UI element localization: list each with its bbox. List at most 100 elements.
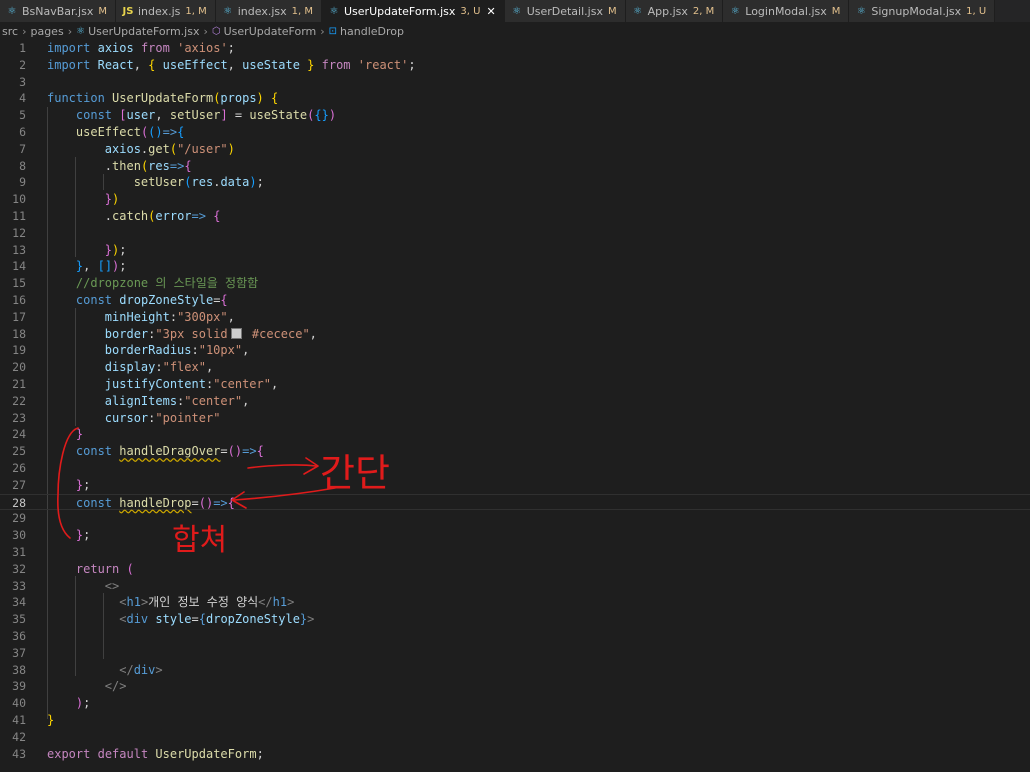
code-line[interactable]: 41} [0,712,1030,729]
breadcrumb-src[interactable]: src [2,25,18,38]
line-number: 1 [19,41,26,55]
code-token: const [75,444,113,459]
close-icon[interactable]: ✕ [486,5,495,18]
line-number: 34 [12,595,26,610]
code-line[interactable]: 1 import axios from 'axios'; [0,40,1030,57]
code-line[interactable]: 27 }; [0,477,1030,494]
code-line[interactable]: 28 const handleDrop=()=>{ [0,493,1030,511]
code-token: ) [328,108,337,123]
code-token: </ [119,662,134,677]
code-token: "/user" [177,141,228,156]
code-token: => [242,444,257,459]
code-token: () [198,495,214,510]
code-line[interactable]: 6 useEffect(()=>{ [0,124,1030,141]
code-line[interactable]: 14 }, []); [0,258,1030,275]
line-number: 14 [12,259,26,274]
code-line[interactable]: 22 alignItems:"center", [0,393,1030,410]
code-line[interactable]: 37 [0,645,1030,662]
code-token: => [169,158,185,173]
code-token: => [162,125,178,139]
code-line[interactable]: 18 border:"3px solid #cecece", [0,326,1030,343]
line-number: 42 [12,729,26,744]
code-line[interactable]: 16 const dropZoneStyle={ [0,292,1030,309]
code-line[interactable]: 3 [0,74,1030,91]
code-token: dropZoneStyle [206,612,300,627]
breadcrumb-pages[interactable]: pages [30,25,63,38]
code-line[interactable]: 40 ); [0,695,1030,712]
tab-index-js[interactable]: JS index.js 1, M [116,0,216,22]
line-number: 40 [12,696,26,711]
code-line[interactable]: 7 axios.get("/user") [0,141,1030,158]
code-editor[interactable]: 1 import axios from 'axios'; 2 import React… [0,40,1030,772]
line-number: 12 [12,225,26,240]
code-line[interactable]: 26 [0,460,1030,477]
tab-index-jsx[interactable]: ⚛ index.jsx 1, M [215,0,322,22]
code-line[interactable]: 42 [0,729,1030,746]
color-swatch[interactable] [230,327,242,339]
code-line[interactable]: 21 justifyContent:"center", [0,376,1030,393]
code-line[interactable]: 38 </div> [0,662,1030,679]
tab-label: BsNavBar.jsx [22,4,94,18]
code-line[interactable]: 31 [0,544,1030,561]
code-line[interactable]: 32 return ( [0,561,1030,578]
react-icon: ⚛ [7,5,17,17]
breadcrumb-file[interactable]: UserUpdateForm.jsx [88,25,199,38]
code-token: { [198,612,206,627]
line-number: 7 [19,141,26,156]
code-line[interactable]: 30 }; [0,527,1030,544]
code-line[interactable]: 36 [0,628,1030,645]
code-token: . [47,209,113,223]
code-text: </div> [47,662,162,679]
code-line[interactable]: 13 }); [0,242,1030,259]
code-token: get [148,141,170,156]
code-line[interactable]: 25 const handleDragOver=()=>{ [0,443,1030,460]
tab-loginmodal-jsx[interactable]: ⚛ LoginModal.jsx M [723,0,850,22]
code-token: setUser [133,175,185,190]
tab-signupmodal-jsx[interactable]: ⚛ SignupModal.jsx 1, U [849,0,996,22]
code-line[interactable]: 34 <h1>개인 정보 수정 양식</h1> [0,594,1030,611]
code-line[interactable]: 23 cursor:"pointer" [0,410,1030,427]
tab-userdetail-jsx[interactable]: ⚛ UserDetail.jsx M [504,0,626,22]
code-line[interactable]: 35 <div style={dropZoneStyle}> [0,611,1030,628]
code-line[interactable]: 10 }) [0,191,1030,208]
code-line[interactable]: 8 .then(res=>{ [0,158,1030,175]
line-number: 8 [19,158,26,173]
code-token: () [227,444,243,459]
code-token: error [155,209,192,223]
code-line[interactable]: 19 borderRadius:"10px", [0,342,1030,359]
code-line[interactable]: 33 <> [0,578,1030,595]
code-line[interactable]: 9 setUser(res.data); [0,174,1030,191]
code-token: res [148,158,170,173]
code-line[interactable]: 12 [0,225,1030,242]
code-line[interactable]: 4 function UserUpdateForm(props) { [0,90,1030,107]
code-line[interactable]: 17 minHeight:"300px", [0,309,1030,326]
code-token: , [155,108,170,123]
code-line[interactable]: 5 const [user, setUser] = useState({}) [0,107,1030,124]
breadcrumb-symbol[interactable]: handleDrop [340,25,404,38]
code-token: => [213,495,228,510]
code-token: UserUpdateForm [155,746,257,761]
code-text: useEffect(()=>{ [47,124,184,141]
line-number: 24 [12,427,26,442]
breadcrumb-function[interactable]: UserUpdateForm [224,25,317,38]
code-text: .then(res=>{ [47,158,192,175]
code-line[interactable]: 15 //dropzone 의 스타일을 정함함 [0,275,1030,292]
code-line[interactable]: 20 display:"flex", [0,359,1030,376]
tab-userupdateform-jsx[interactable]: ⚛ UserUpdateForm.jsx 3, U ✕ [322,0,505,22]
code-line[interactable]: 39 </> [0,678,1030,695]
code-line[interactable]: 29 [0,510,1030,527]
code-text: }; [47,527,90,544]
code-line[interactable]: 2 import React, { useEffect, useState } f… [0,57,1030,74]
chevron-right-icon: › [22,24,27,38]
tab-app-jsx[interactable]: ⚛ App.jsx 2, M [625,0,724,22]
code-line[interactable]: 11 .catch(error=> { [0,208,1030,225]
tab-bsnavbar-jsx[interactable]: ⚛ BsNavBar.jsx M [0,0,116,22]
line-number: 16 [12,293,26,307]
code-line[interactable]: 24 } [0,426,1030,443]
code-line[interactable]: 43 export default UserUpdateForm; [0,746,1030,763]
line-number: 10 [12,192,26,207]
